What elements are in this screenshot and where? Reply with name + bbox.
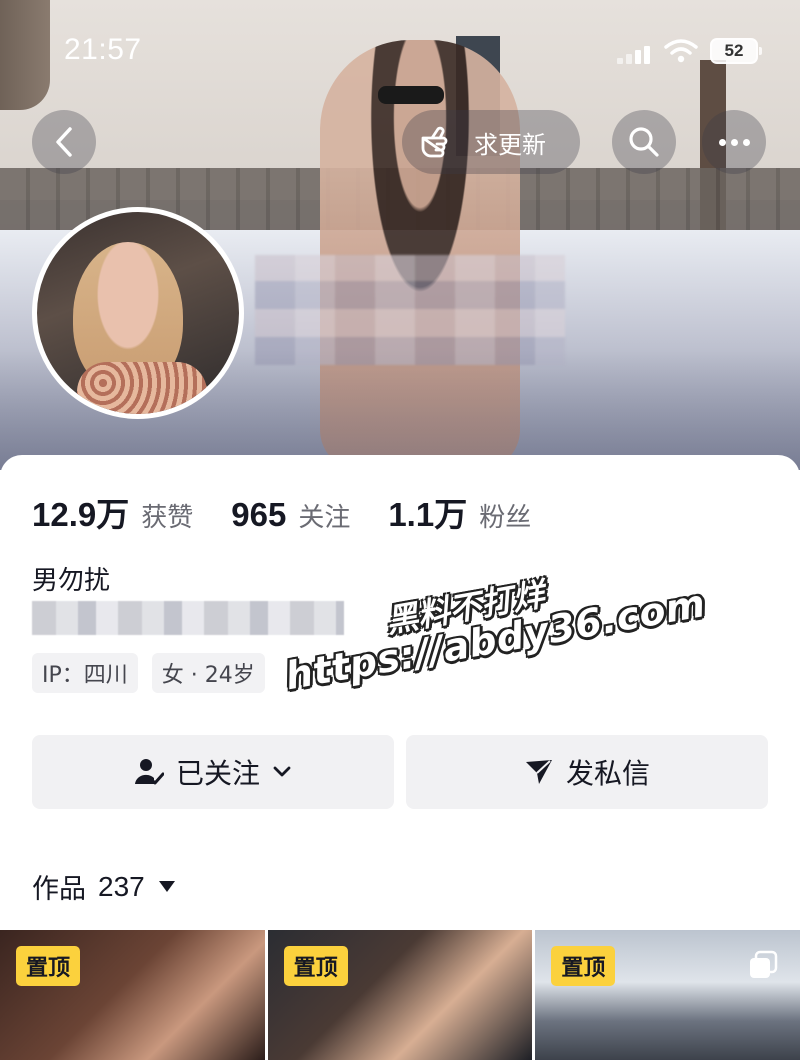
works-count: 237 <box>98 870 145 902</box>
battery-icon: 52 <box>710 38 762 64</box>
user-check-icon <box>134 759 164 785</box>
search-button[interactable] <box>612 110 676 174</box>
pinned-badge: 置顶 <box>16 946 81 986</box>
pinned-badge: 置顶 <box>283 946 348 986</box>
followers-label[interactable]: 粉丝 <box>479 497 531 534</box>
wifi-icon <box>664 39 698 63</box>
following-count[interactable]: 965 <box>231 496 286 534</box>
following-button-label: 已关注 <box>175 757 260 790</box>
avatar-outfit <box>77 362 207 414</box>
following-label[interactable]: 关注 <box>298 497 350 534</box>
battery-level: 52 <box>724 41 744 60</box>
back-button[interactable] <box>32 110 96 174</box>
works-label: 作品 <box>32 874 86 905</box>
likes-label: 获赞 <box>141 503 194 533</box>
works-tab[interactable]: 作品 237 <box>32 867 175 906</box>
likes-count: 12.9万 <box>32 496 130 533</box>
chevron-down-icon <box>273 766 291 777</box>
pinned-badge: 置顶 <box>551 946 616 986</box>
cover-umbrella <box>0 0 50 110</box>
gender-age-tag: 女 · 24岁 <box>151 653 265 693</box>
video-thumbnail[interactable]: 置顶 <box>267 930 533 1060</box>
censor-mosaic <box>255 255 565 365</box>
following-button[interactable]: 已关注 <box>32 735 394 809</box>
request-update-button[interactable]: 求更新 <box>402 110 580 174</box>
more-dots-icon <box>718 138 750 146</box>
profile-tags: IP：四川 女 · 24岁 <box>32 653 265 693</box>
profile-stats: 12.9万 获赞 965 关注 1.1万 粉丝 <box>32 488 569 536</box>
send-arrow-icon <box>525 760 552 784</box>
video-thumbnail[interactable]: 置顶 <box>0 930 265 1060</box>
status-time: 21:57 <box>64 33 142 66</box>
chevron-left-icon <box>56 127 72 157</box>
blurred-bio-line <box>32 601 344 635</box>
send-message-button[interactable]: 发私信 <box>406 735 768 809</box>
multi-image-icon <box>750 950 778 978</box>
followers-count[interactable]: 1.1万 <box>388 488 467 536</box>
video-grid: 置顶 置顶 置顶 <box>0 930 800 1060</box>
caret-down-icon <box>158 881 175 892</box>
cellular-signal-icon <box>617 44 657 64</box>
search-icon <box>629 127 659 157</box>
ip-location-tag: IP：四川 <box>32 653 138 693</box>
cover-sunglasses <box>378 86 444 104</box>
more-options-button[interactable] <box>702 110 766 174</box>
video-thumbnail[interactable]: 置顶 <box>535 930 800 1060</box>
bio-text: 男勿扰 <box>32 566 111 596</box>
send-message-label: 发私信 <box>565 757 650 790</box>
request-update-label: 求更新 <box>474 130 546 159</box>
avatar[interactable] <box>32 207 244 419</box>
pointing-hand-icon <box>421 126 448 158</box>
